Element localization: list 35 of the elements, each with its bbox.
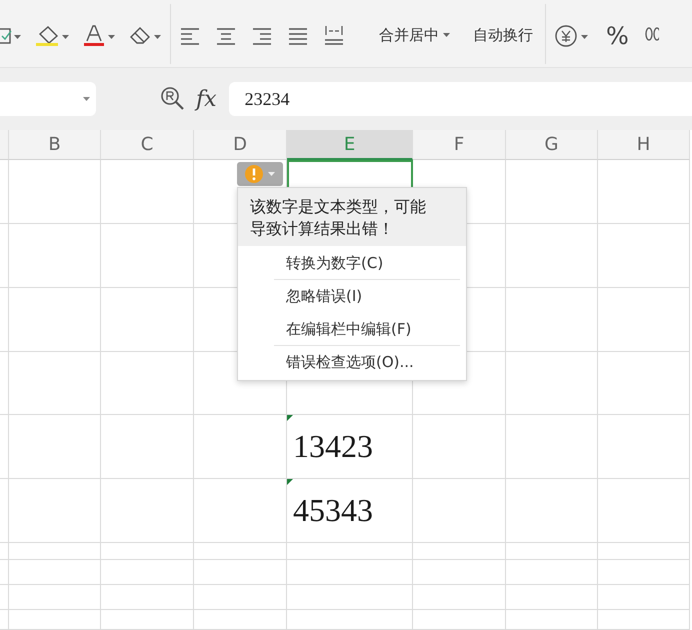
- merge-center-button[interactable]: 合并居中: [375, 22, 455, 50]
- table-cell: [0, 352, 9, 415]
- percent-button[interactable]: %: [602, 22, 633, 50]
- table-cell: [0, 224, 9, 288]
- error-message: 该数字是文本类型，可能导致计算结果出错！: [238, 188, 466, 246]
- table-cell: [0, 585, 9, 610]
- menu-item[interactable]: 在编辑栏中编辑(F): [238, 312, 466, 345]
- zoom-icon[interactable]: [160, 86, 186, 112]
- menu-item[interactable]: 转换为数字(C): [238, 246, 466, 279]
- table-cell: [0, 560, 9, 585]
- dropdown-icon: [83, 97, 90, 101]
- caret-icon: [443, 33, 451, 38]
- wrap-text-button[interactable]: 自动换行: [469, 22, 537, 50]
- function-label[interactable]: fx: [196, 86, 217, 112]
- column-header[interactable]: B: [9, 130, 101, 160]
- fill-color-icon[interactable]: [34, 24, 70, 48]
- caret-icon: [268, 172, 275, 176]
- cell-value: 45343: [293, 492, 373, 529]
- column-header[interactable]: C: [101, 130, 194, 160]
- cell-value: 13423: [293, 428, 373, 465]
- table-cell: [0, 160, 9, 224]
- table-cell: [0, 543, 9, 560]
- warning-icon: [245, 165, 263, 183]
- table-cell: [0, 479, 9, 543]
- table-cell: [0, 288, 9, 352]
- column-header[interactable]: D: [194, 130, 287, 160]
- column-header[interactable]: H: [598, 130, 690, 160]
- table-cell: [0, 610, 9, 630]
- column-header[interactable]: F: [413, 130, 506, 160]
- table-cell: [0, 415, 9, 479]
- currency-icon[interactable]: [554, 24, 590, 48]
- distributed-icon[interactable]: [323, 24, 345, 48]
- formula-input[interactable]: 23234: [228, 82, 692, 116]
- column-header[interactable]: G: [506, 130, 598, 160]
- font-color-icon[interactable]: [82, 24, 116, 48]
